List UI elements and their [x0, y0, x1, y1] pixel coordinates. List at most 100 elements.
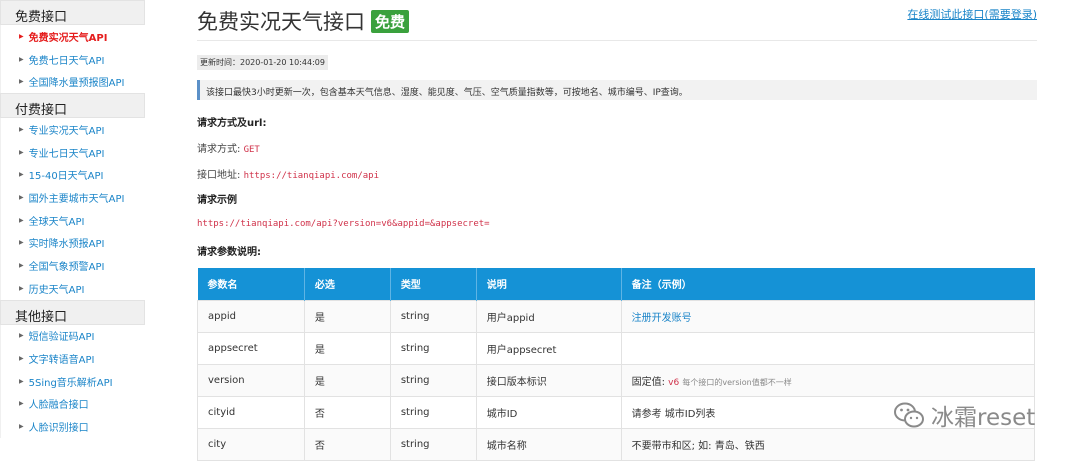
- arrow-right-icon: ▶: [19, 216, 24, 224]
- method-value: GET: [243, 145, 260, 155]
- sidebar-item-label: 全国气象预警API: [28, 262, 105, 274]
- example-heading: 请求示例: [197, 195, 237, 206]
- sidebar-item-free-7day[interactable]: ▶ 免费七日天气API: [0, 47, 145, 71]
- sidebar-group-paid: 付费接口 ▶ 专业实况天气API ▶ 专业七日天气API ▶ 15-40日天气API …: [0, 93, 145, 300]
- cell-required: 是: [303, 299, 391, 333]
- sidebar-item-15-40day[interactable]: ▶ 15-40日天气API: [0, 163, 145, 187]
- wechat-icon: [894, 402, 924, 428]
- sidebar-item-pro-7day[interactable]: ▶ 专业七日天气API: [0, 140, 145, 164]
- sidebar-item-label: 专业实况天气API: [28, 125, 105, 137]
- sidebar-group-free: 免费接口 ▶ 免费实况天气API ▶ 免费七日天气API ▶ 全国降水量预报图API: [0, 0, 145, 94]
- th-type: 类型: [389, 268, 477, 300]
- sidebar-item-tts[interactable]: ▶ 文字转语音API: [0, 347, 145, 370]
- cell-desc: 城市名称: [475, 427, 622, 461]
- register-link[interactable]: 注册开发账号: [632, 313, 692, 324]
- cell-required: 是: [303, 331, 391, 365]
- table-header-row: 参数名 必选 类型 说明 备注（示例）: [197, 268, 1035, 300]
- sidebar-header-free: 免费接口: [0, 0, 145, 25]
- note-prefix: 固定值:: [631, 376, 665, 388]
- th-name: 参数名: [197, 268, 305, 300]
- arrow-right-icon: ▶: [19, 284, 24, 292]
- note-code: v6: [668, 377, 680, 388]
- th-note: 备注（示例）: [620, 268, 1035, 300]
- cell-type: string: [389, 395, 477, 429]
- sidebar-header-paid: 付费接口: [0, 93, 145, 119]
- table-row: city 否 string 城市名称 不要带市和区; 如: 青岛、铁西: [197, 427, 1036, 461]
- sidebar-item-sms[interactable]: ▶ 短信验证码API: [0, 324, 145, 348]
- arrow-right-icon: ▶: [19, 332, 24, 340]
- sidebar-item-precip-map[interactable]: ▶ 全国降水量预报图API: [0, 70, 145, 94]
- cell-type: string: [389, 427, 477, 461]
- free-badge: 免费: [371, 9, 410, 33]
- arrow-right-icon: ▶: [19, 55, 24, 63]
- arrow-right-icon: ▶: [19, 423, 24, 431]
- example-url: https://tianqiapi.com/api?version=v6&app…: [197, 219, 490, 229]
- sidebar-item-alert[interactable]: ▶ 全国气象预警API: [0, 254, 145, 277]
- th-required: 必选: [303, 268, 391, 300]
- sidebar-item-label: 专业七日天气API: [28, 148, 105, 160]
- sidebar-item-global[interactable]: ▶ 全球天气API: [0, 208, 145, 232]
- sidebar-item-precip-forecast[interactable]: ▶ 实时降水预报API: [0, 231, 145, 255]
- sidebar-item-label: 人脸融合接口: [28, 400, 89, 412]
- arrow-right-icon: ▶: [19, 355, 24, 363]
- sidebar-item-pro-realtime[interactable]: ▶ 专业实况天气API: [0, 118, 145, 141]
- cell-name: appid: [197, 299, 305, 333]
- cell-note: 注册开发账号: [620, 299, 1036, 333]
- cell-note: 不要带市和区; 如: 青岛、铁西: [620, 427, 1036, 461]
- cell-name: city: [197, 427, 305, 461]
- cell-name: appsecret: [197, 331, 305, 365]
- cell-desc: 用户appsecret: [475, 331, 622, 365]
- sidebar-item-label: 免费七日天气API: [28, 55, 105, 67]
- sidebar: 免费接口 ▶ 免费实况天气API ▶ 免费七日天气API ▶ 全国降水量预报图API …: [0, 0, 145, 461]
- table-row: appid 是 string 用户appid 注册开发账号: [197, 299, 1036, 333]
- cell-type: string: [389, 363, 477, 397]
- cell-desc: 城市ID: [475, 395, 622, 429]
- cell-name: cityid: [197, 395, 305, 429]
- sidebar-group-other: 其他接口 ▶ 短信验证码API ▶ 文字转语音API ▶ 5Sing音乐解析API ▶…: [0, 299, 145, 438]
- sidebar-item-label: 人脸识别接口: [28, 423, 89, 435]
- arrow-right-icon: ▶: [19, 78, 24, 86]
- sidebar-item-face-merge[interactable]: ▶ 人脸融合接口: [0, 392, 145, 416]
- cell-desc: 接口版本标识: [475, 363, 622, 397]
- cell-name: version: [197, 363, 305, 397]
- table-row: appsecret 是 string 用户appsecret: [197, 331, 1036, 365]
- notice-box: 该接口最快3小时更新一次，包含基本天气信息、湿度、能见度、气压、空气质量指数等，…: [197, 80, 1037, 100]
- cell-note: 固定值: v6 每个接口的version值都不一样: [620, 363, 1036, 397]
- method-label: 请求方式:: [197, 144, 241, 155]
- sidebar-item-label: 15-40日天气API: [28, 171, 104, 183]
- sidebar-item-label: 历史天气API: [28, 284, 85, 296]
- note-rest: 每个接口的version值都不一样: [682, 377, 792, 387]
- params-heading: 请求参数说明:: [197, 247, 261, 258]
- sidebar-item-label: 实时降水预报API: [28, 239, 105, 251]
- sidebar-item-history[interactable]: ▶ 历史天气API: [0, 276, 145, 300]
- sidebar-item-free-realtime[interactable]: ▶ 免费实况天气API: [0, 25, 145, 48]
- arrow-right-icon: ▶: [19, 239, 24, 247]
- cell-required: 是: [303, 363, 391, 397]
- sidebar-item-label: 免费实况天气API: [28, 32, 108, 44]
- sidebar-header-other: 其他接口: [0, 299, 145, 325]
- arrow-right-icon: ▶: [19, 148, 24, 156]
- arrow-right-icon: ▶: [19, 32, 24, 40]
- url-value: https://tianqiapi.com/api: [243, 171, 380, 181]
- sidebar-item-5sing[interactable]: ▶ 5Sing音乐解析API: [0, 369, 145, 393]
- cell-required: 否: [303, 395, 391, 429]
- sidebar-item-label: 5Sing音乐解析API: [28, 377, 113, 389]
- sidebar-item-face-recognition[interactable]: ▶ 人脸识别接口: [0, 415, 145, 438]
- cell-required: 否: [303, 427, 391, 461]
- table-row: version 是 string 接口版本标识 固定值: v6 每个接口的ver…: [197, 363, 1036, 397]
- sidebar-item-foreign[interactable]: ▶ 国外主要城市天气API: [0, 186, 145, 209]
- arrow-right-icon: ▶: [19, 193, 24, 201]
- update-time: 更新时间：2020-01-20 10:44:09: [197, 55, 328, 70]
- page-title: 免费实况天气接口: [197, 10, 365, 34]
- arrow-right-icon: ▶: [19, 377, 24, 385]
- online-test-link[interactable]: 在线测试此接口(需要登录): [907, 6, 1037, 22]
- divider: [197, 40, 1037, 41]
- url-line: 接口地址: https://tianqiapi.com/api: [197, 166, 379, 181]
- arrow-right-icon: ▶: [19, 171, 24, 179]
- cell-desc: 用户appid: [475, 299, 622, 333]
- arrow-right-icon: ▶: [19, 400, 24, 408]
- title-row: 免费实况天气接口 免费: [197, 6, 410, 36]
- url-label: 接口地址:: [197, 170, 241, 181]
- sidebar-item-label: 全球天气API: [28, 216, 85, 228]
- watermark-text: 冰霜reset: [931, 405, 1036, 431]
